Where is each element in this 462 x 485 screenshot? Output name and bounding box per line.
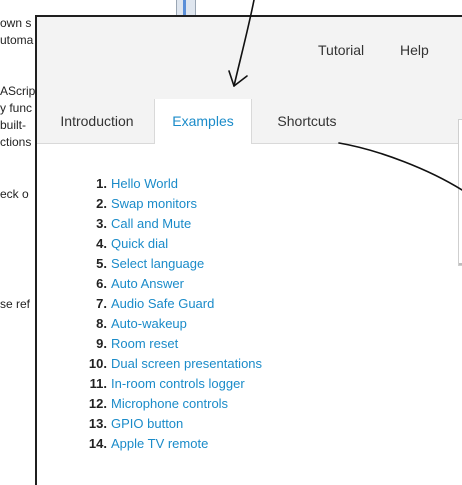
example-link[interactable]: Room reset (111, 336, 178, 351)
tab-examples[interactable]: Examples (154, 99, 252, 144)
macro-editor-window: Tutorial Help Introduction Examples Shor… (35, 15, 462, 485)
help-link[interactable]: Help (400, 42, 429, 58)
list-item[interactable]: 1. Hello World (77, 174, 262, 194)
background-text-line: AScrip (0, 84, 36, 98)
item-number: 12. (88, 396, 107, 411)
example-link[interactable]: Auto-wakeup (111, 316, 187, 331)
item-number: 5. (96, 256, 107, 271)
list-item[interactable]: 7. Audio Safe Guard (77, 294, 262, 314)
item-number: 10. (88, 356, 107, 371)
item-number: 14. (88, 436, 107, 451)
tab-shortcuts[interactable]: Shortcuts (257, 99, 357, 143)
item-number: 7. (96, 296, 107, 311)
list-item[interactable]: 11. In-room controls logger (77, 374, 262, 394)
list-item[interactable]: 3. Call and Mute (77, 214, 262, 234)
list-item[interactable]: 10. Dual screen presentations (77, 354, 262, 374)
examples-panel: 1. Hello World 2. Swap monitors 3. Call and… (37, 144, 462, 485)
example-link[interactable]: Hello World (111, 176, 178, 191)
example-link[interactable]: Quick dial (111, 236, 168, 251)
background-text-line: utoma (0, 33, 34, 47)
list-item[interactable]: 14. Apple TV remote (77, 434, 262, 454)
tab-introduction[interactable]: Introduction (41, 99, 153, 143)
example-link[interactable]: Swap monitors (111, 196, 197, 211)
item-number: 4. (96, 236, 107, 251)
background-text-line: built- (0, 118, 27, 132)
background-text-line: ctions (0, 135, 32, 149)
examples-list: 1. Hello World 2. Swap monitors 3. Call and… (77, 174, 262, 454)
background-text-line: y func (0, 101, 33, 115)
item-number: 8. (96, 316, 107, 331)
list-item[interactable]: 9. Room reset (77, 334, 262, 354)
background-text-line: own s (0, 16, 32, 30)
list-item[interactable]: 2. Swap monitors (77, 194, 262, 214)
item-number: 2. (96, 196, 107, 211)
item-number: 11. (89, 376, 107, 391)
example-link[interactable]: In-room controls logger (111, 376, 245, 391)
list-item[interactable]: 5. Select language (77, 254, 262, 274)
background-document: own s utoma AScrip y func built- ctions … (0, 0, 40, 469)
example-link[interactable]: Select language (111, 256, 204, 271)
list-item[interactable]: 6. Auto Answer (77, 274, 262, 294)
item-number: 13. (88, 416, 107, 431)
side-panel-edge (458, 119, 462, 266)
example-link[interactable]: Dual screen presentations (111, 356, 262, 371)
window-header: Tutorial Help (37, 17, 462, 99)
item-number: 1. (96, 176, 107, 191)
item-number: 3. (96, 216, 107, 231)
example-link[interactable]: Microphone controls (111, 396, 228, 411)
list-item[interactable]: 8. Auto-wakeup (77, 314, 262, 334)
example-link[interactable]: Audio Safe Guard (111, 296, 214, 311)
item-number: 6. (96, 276, 107, 291)
background-text-line: eck o (0, 187, 29, 201)
example-link[interactable]: Apple TV remote (111, 436, 208, 451)
example-link[interactable]: GPIO button (111, 416, 183, 431)
example-link[interactable]: Auto Answer (111, 276, 184, 291)
list-item[interactable]: 12. Microphone controls (77, 394, 262, 414)
tutorial-link[interactable]: Tutorial (318, 42, 364, 58)
item-number: 9. (96, 336, 107, 351)
list-item[interactable]: 13. GPIO button (77, 414, 262, 434)
background-text-line: se ref (0, 297, 31, 311)
example-link[interactable]: Call and Mute (111, 216, 191, 231)
list-item[interactable]: 4. Quick dial (77, 234, 262, 254)
background-scrollbar (176, 0, 196, 16)
tab-bar: Introduction Examples Shortcuts (37, 99, 462, 144)
